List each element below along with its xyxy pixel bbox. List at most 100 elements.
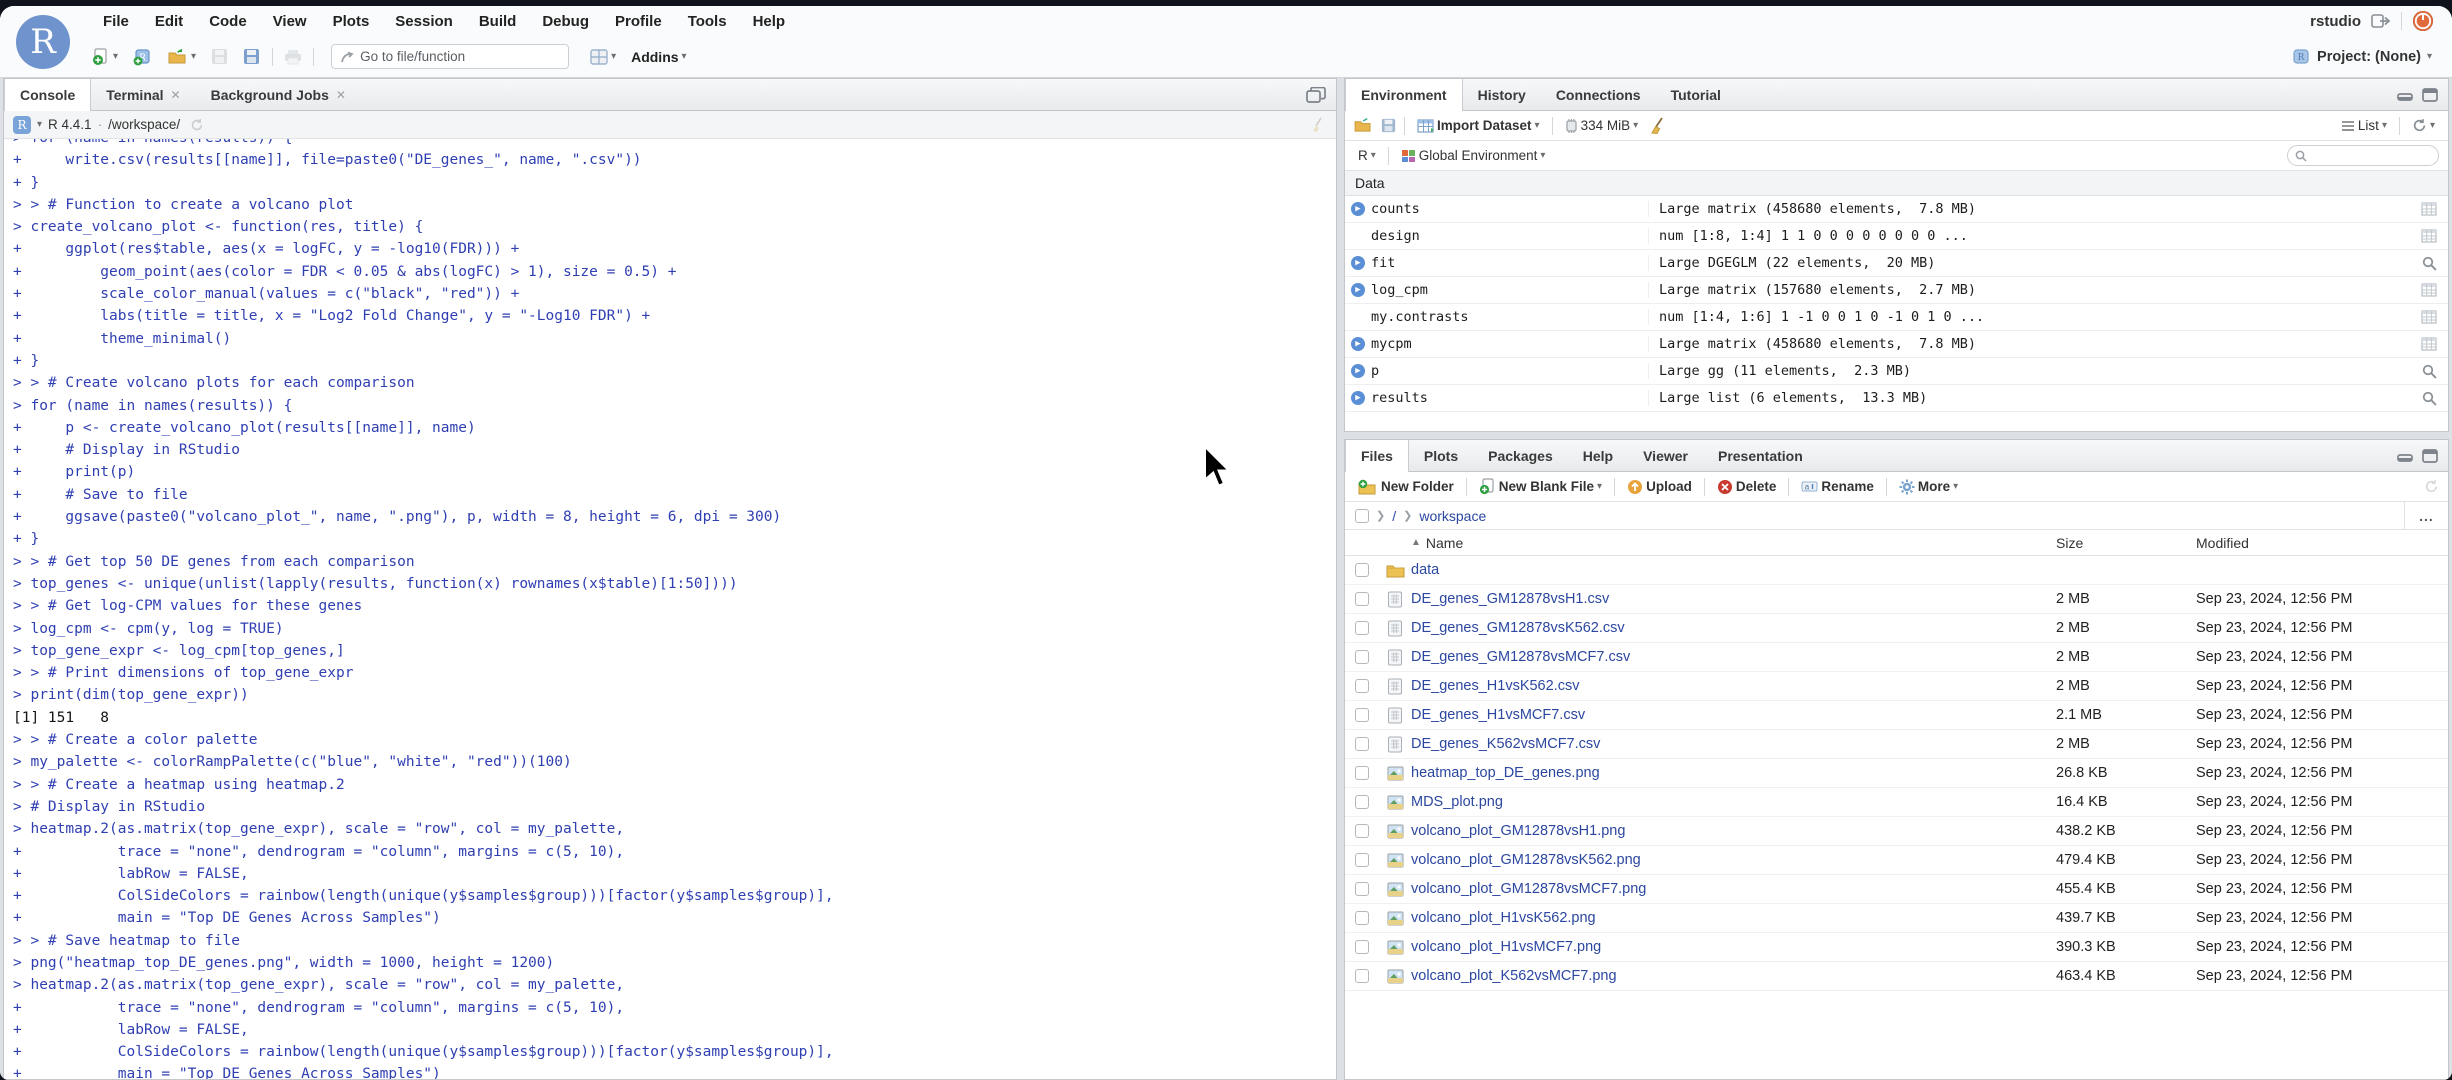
- file-checkbox[interactable]: [1355, 592, 1369, 606]
- console-output[interactable]: > for (name in names(results)) { + write…: [4, 139, 1336, 1079]
- chevron-down-icon[interactable]: ▾: [37, 119, 42, 130]
- new-file-button[interactable]: ▾: [88, 45, 122, 69]
- file-checkbox[interactable]: [1355, 708, 1369, 722]
- save-all-button[interactable]: [239, 45, 265, 69]
- file-row[interactable]: heatmap_top_DE_genes.png 26.8 KB Sep 23, 2…: [1345, 759, 2448, 788]
- breadcrumb-root[interactable]: /: [1392, 508, 1396, 524]
- file-name[interactable]: DE_genes_GM12878vsMCF7.csv: [1411, 649, 2056, 665]
- menu-item-help[interactable]: Help: [740, 13, 799, 30]
- file-name[interactable]: volcano_plot_H1vsK562.png: [1411, 910, 2056, 926]
- environment-object-row[interactable]: my.contrasts num [1:4, 1:6] 1 -1 0 0 1 0 …: [1345, 304, 2448, 331]
- file-row[interactable]: data: [1345, 556, 2448, 585]
- expand-arrow-icon[interactable]: ▶: [1345, 391, 1371, 405]
- view-table-icon[interactable]: [2410, 202, 2448, 216]
- tab-connections[interactable]: Connections: [1541, 79, 1656, 110]
- inspect-object-icon[interactable]: [2410, 256, 2448, 271]
- new-blank-file-button[interactable]: New Blank File ▾: [1475, 475, 1606, 498]
- load-workspace-icon[interactable]: [1354, 118, 1373, 133]
- file-checkbox[interactable]: [1355, 563, 1369, 577]
- breadcrumb-workspace[interactable]: workspace: [1419, 508, 1486, 524]
- view-table-icon[interactable]: [2410, 283, 2448, 297]
- addins-button[interactable]: Addins ▾: [627, 46, 690, 68]
- environment-object-row[interactable]: ▶ fit Large DGEGLM (22 elements, 20 MB): [1345, 250, 2448, 277]
- goto-file-input[interactable]: Go to file/function: [331, 44, 570, 69]
- print-button[interactable]: [280, 46, 306, 68]
- name-column-header[interactable]: ▲ Name: [1411, 535, 2056, 551]
- tab-packages[interactable]: Packages: [1473, 440, 1568, 471]
- expand-arrow-icon[interactable]: ▶: [1351, 391, 1365, 405]
- file-row[interactable]: volcano_plot_H1vsK562.png 439.7 KB Sep 23,…: [1345, 904, 2448, 933]
- delete-button[interactable]: Delete: [1713, 476, 1781, 498]
- file-row[interactable]: volcano_plot_K562vsMCF7.png 463.4 KB Sep 2…: [1345, 962, 2448, 991]
- panes-layout-button[interactable]: ▾: [586, 46, 620, 68]
- tab-background-jobs[interactable]: Background Jobs ✕: [196, 79, 361, 110]
- menu-item-debug[interactable]: Debug: [529, 13, 602, 30]
- expand-arrow-icon[interactable]: ▶: [1351, 256, 1365, 270]
- file-checkbox[interactable]: [1355, 737, 1369, 751]
- file-checkbox[interactable]: [1355, 940, 1369, 954]
- close-tab-icon[interactable]: ✕: [336, 88, 346, 102]
- file-name[interactable]: DE_genes_H1vsK562.csv: [1411, 678, 2056, 694]
- menu-item-plots[interactable]: Plots: [320, 13, 383, 30]
- file-row[interactable]: DE_genes_GM12878vsH1.csv 2 MB Sep 23, 2024…: [1345, 585, 2448, 614]
- file-name[interactable]: MDS_plot.png: [1411, 794, 2056, 810]
- inspect-object-icon[interactable]: [2410, 364, 2448, 379]
- tab-files[interactable]: Files: [1345, 440, 1409, 472]
- file-row[interactable]: DE_genes_H1vsMCF7.csv 2.1 MB Sep 23, 2024,…: [1345, 701, 2448, 730]
- view-table-icon[interactable]: [2410, 229, 2448, 243]
- environment-object-row[interactable]: ▶ counts Large matrix (458680 elements, 7.…: [1345, 196, 2448, 223]
- file-name[interactable]: DE_genes_GM12878vsH1.csv: [1411, 591, 2056, 607]
- file-checkbox[interactable]: [1355, 766, 1369, 780]
- file-checkbox[interactable]: [1355, 824, 1369, 838]
- file-row[interactable]: DE_genes_H1vsK562.csv 2 MB Sep 23, 2024, 1…: [1345, 672, 2448, 701]
- inspect-object-icon[interactable]: [2410, 391, 2448, 406]
- environment-search-input[interactable]: [2287, 145, 2439, 166]
- menu-item-file[interactable]: File: [90, 13, 142, 30]
- file-checkbox[interactable]: [1355, 679, 1369, 693]
- maximize-pane-icon[interactable]: [2422, 87, 2438, 102]
- expand-arrow-icon[interactable]: ▶: [1351, 337, 1365, 351]
- view-table-icon[interactable]: [2410, 310, 2448, 324]
- file-row[interactable]: volcano_plot_GM12878vsK562.png 479.4 KB Se…: [1345, 846, 2448, 875]
- environment-object-row[interactable]: ▶ log_cpm Large matrix (157680 elements, 2…: [1345, 277, 2448, 304]
- file-row[interactable]: volcano_plot_H1vsMCF7.png 390.3 KB Sep 23,…: [1345, 933, 2448, 962]
- scope-selector[interactable]: Global Environment ▾: [1397, 145, 1550, 166]
- expand-arrow-icon[interactable]: ▶: [1345, 364, 1371, 378]
- menu-item-code[interactable]: Code: [196, 13, 260, 30]
- more-button[interactable]: More ▾: [1895, 476, 1962, 498]
- open-file-button[interactable]: ▾: [164, 46, 200, 68]
- tab-presentation[interactable]: Presentation: [1703, 440, 1818, 471]
- menu-item-session[interactable]: Session: [382, 13, 466, 30]
- environment-object-row[interactable]: ▶ p Large gg (11 elements, 2.3 MB): [1345, 358, 2448, 385]
- menu-item-tools[interactable]: Tools: [675, 13, 740, 30]
- new-project-button[interactable]: R: [129, 45, 157, 69]
- menu-item-edit[interactable]: Edit: [142, 13, 196, 30]
- menu-item-view[interactable]: View: [260, 13, 320, 30]
- file-name[interactable]: volcano_plot_GM12878vsMCF7.png: [1411, 881, 2056, 897]
- clear-environment-icon[interactable]: [1650, 117, 1667, 134]
- tab-tutorial[interactable]: Tutorial: [1656, 79, 1736, 110]
- file-checkbox[interactable]: [1355, 853, 1369, 867]
- minimize-pane-icon[interactable]: [2397, 450, 2413, 462]
- modified-column-header[interactable]: Modified: [2196, 535, 2448, 551]
- expand-arrow-icon[interactable]: ▶: [1345, 337, 1371, 351]
- file-checkbox[interactable]: [1355, 882, 1369, 896]
- file-row[interactable]: DE_genes_K562vsMCF7.csv 2 MB Sep 23, 2024,…: [1345, 730, 2448, 759]
- file-checkbox[interactable]: [1355, 621, 1369, 635]
- file-row[interactable]: volcano_plot_GM12878vsH1.png 438.2 KB Sep …: [1345, 817, 2448, 846]
- file-name[interactable]: data: [1411, 562, 2056, 578]
- minimize-pane-icon[interactable]: [2397, 89, 2413, 101]
- language-selector[interactable]: R ▾: [1354, 145, 1380, 166]
- sign-out-icon[interactable]: [2371, 13, 2391, 29]
- file-row[interactable]: DE_genes_GM12878vsK562.csv 2 MB Sep 23, 20…: [1345, 614, 2448, 643]
- tab-viewer[interactable]: Viewer: [1628, 440, 1703, 471]
- tab-plots[interactable]: Plots: [1409, 440, 1473, 471]
- save-workspace-icon[interactable]: [1381, 118, 1396, 133]
- expand-arrow-icon[interactable]: ▶: [1351, 364, 1365, 378]
- menu-item-profile[interactable]: Profile: [602, 13, 675, 30]
- file-name[interactable]: DE_genes_GM12878vsK562.csv: [1411, 620, 2056, 636]
- file-checkbox[interactable]: [1355, 911, 1369, 925]
- breadcrumb-more-button[interactable]: ...: [2404, 502, 2448, 529]
- environment-object-row[interactable]: ▶ results Large list (6 elements, 13.3 MB): [1345, 385, 2448, 412]
- view-table-icon[interactable]: [2410, 337, 2448, 351]
